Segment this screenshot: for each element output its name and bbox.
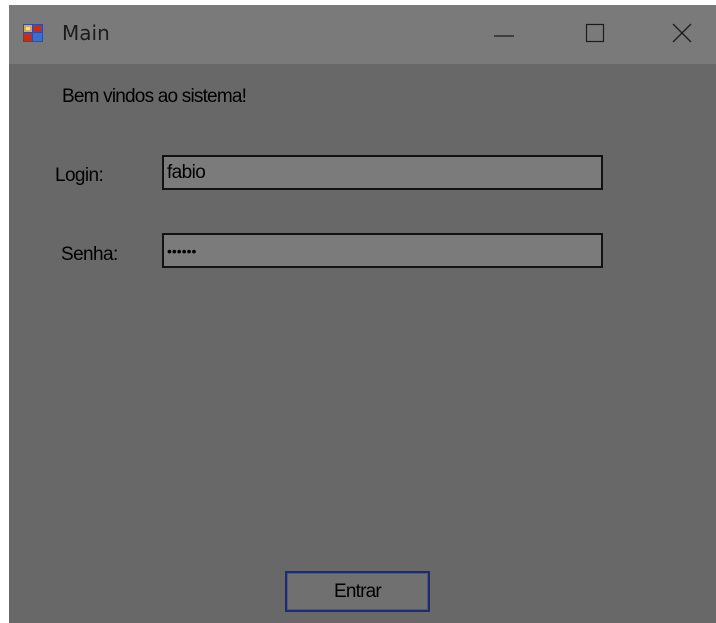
close-button[interactable]	[646, 5, 716, 64]
main-window: Main Bem vindos ao sistema! Login: Senha…	[9, 5, 716, 623]
minimize-icon	[494, 35, 514, 37]
password-field[interactable]	[162, 233, 603, 268]
login-button[interactable]: Entrar	[285, 571, 430, 612]
minimize-button[interactable]	[469, 5, 539, 64]
maximize-button[interactable]	[559, 5, 629, 64]
maximize-icon	[585, 23, 605, 43]
password-label: Senha:	[61, 244, 118, 265]
app-form-icon	[23, 24, 43, 42]
window-title: Main	[62, 21, 110, 45]
title-bar[interactable]: Main	[9, 5, 716, 64]
close-icon	[672, 23, 692, 43]
welcome-message: Bem vindos ao sistema!	[62, 86, 247, 107]
login-label: Login:	[55, 165, 104, 186]
login-field[interactable]	[162, 155, 603, 190]
